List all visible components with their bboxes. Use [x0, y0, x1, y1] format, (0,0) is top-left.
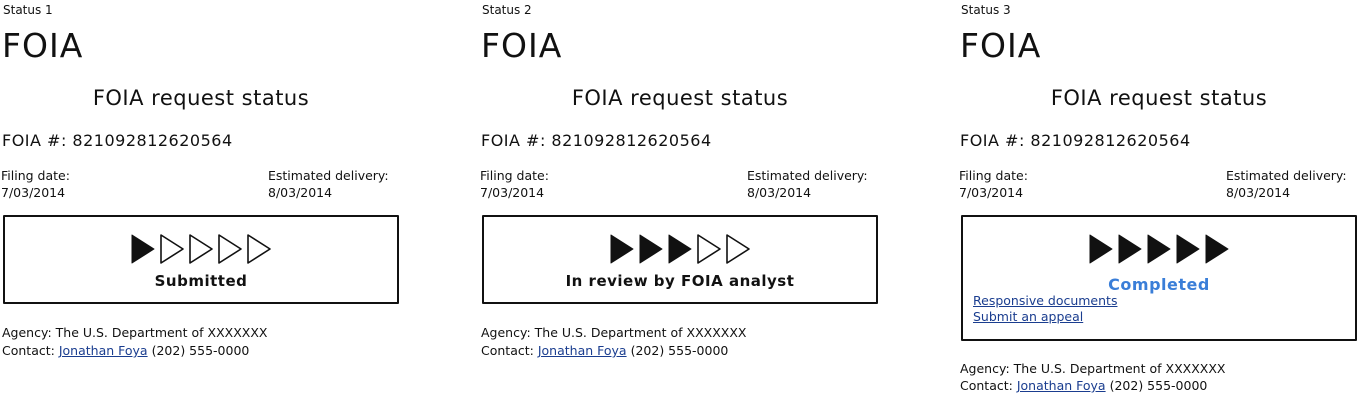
contact-name-link[interactable]: Jonathan Foya	[538, 343, 627, 358]
progress-step-pending-icon	[697, 234, 721, 264]
progress-step-pending-icon	[160, 234, 184, 264]
agency-text: Agency: The U.S. Department of XXXXXXX	[481, 325, 747, 340]
contact-label: Contact:	[2, 343, 55, 358]
foia-number: FOIA #: 821092812620564	[2, 131, 233, 150]
submit-appeal-link[interactable]: Submit an appeal	[973, 309, 1083, 324]
progress-step-complete-icon	[1147, 234, 1171, 264]
filing-date-value: 7/03/2014	[1, 185, 66, 200]
contact-line: Contact: Jonathan Foya (202) 555-0000	[2, 343, 249, 358]
status-panel-1: Status 1 FOIA FOIA request status FOIA #…	[0, 0, 402, 401]
status-box: Completed Responsive documents Submit an…	[961, 215, 1357, 341]
status-box: In review by FOIA analyst	[482, 215, 878, 304]
delivery-date-label: Estimated delivery:	[268, 168, 389, 183]
page-title: FOIA request status	[571, 86, 789, 110]
page-title: FOIA request status	[92, 86, 310, 110]
progress-step-complete-icon	[639, 234, 663, 264]
status-label: Status 1	[3, 3, 53, 17]
delivery-date-value: 8/03/2014	[747, 185, 812, 200]
status-panel-2: Status 2 FOIA FOIA request status FOIA #…	[479, 0, 881, 401]
contact-line: Contact: Jonathan Foya (202) 555-0000	[960, 378, 1207, 393]
progress-step-complete-icon	[1176, 234, 1200, 264]
progress-arrows	[484, 233, 876, 269]
delivery-date-label: Estimated delivery:	[1226, 168, 1347, 183]
filing-date-value: 7/03/2014	[480, 185, 545, 200]
status-text: In review by FOIA analyst	[565, 272, 795, 290]
delivery-date-value: 8/03/2014	[1226, 185, 1291, 200]
app-title: FOIA	[2, 26, 84, 65]
contact-name-link[interactable]: Jonathan Foya	[1017, 378, 1106, 393]
filing-date-value: 7/03/2014	[959, 185, 1024, 200]
contact-name-link[interactable]: Jonathan Foya	[59, 343, 148, 358]
progress-step-complete-icon	[1089, 234, 1113, 264]
filing-date-label: Filing date:	[1, 168, 70, 183]
status-panel-3: Status 3 FOIA FOIA request status FOIA #…	[958, 0, 1360, 401]
page-title: FOIA request status	[1050, 86, 1268, 110]
progress-step-complete-icon	[1205, 234, 1229, 264]
progress-step-pending-icon	[218, 234, 242, 264]
progress-step-complete-icon	[1118, 234, 1142, 264]
filing-date-label: Filing date:	[480, 168, 549, 183]
contact-phone: (202) 555-0000	[151, 343, 250, 358]
foia-number: FOIA #: 821092812620564	[481, 131, 712, 150]
progress-step-complete-icon	[131, 234, 155, 264]
status-label: Status 3	[961, 3, 1011, 17]
contact-line: Contact: Jonathan Foya (202) 555-0000	[481, 343, 728, 358]
delivery-date-label: Estimated delivery:	[747, 168, 868, 183]
app-title: FOIA	[960, 26, 1042, 65]
progress-step-pending-icon	[726, 234, 750, 264]
delivery-date-value: 8/03/2014	[268, 185, 333, 200]
agency-text: Agency: The U.S. Department of XXXXXXX	[2, 325, 268, 340]
progress-step-complete-icon	[668, 234, 692, 264]
foia-number: FOIA #: 821092812620564	[960, 131, 1191, 150]
contact-label: Contact:	[960, 378, 1013, 393]
progress-step-pending-icon	[189, 234, 213, 264]
contact-label: Contact:	[481, 343, 534, 358]
status-text: Submitted	[154, 272, 248, 290]
app-title: FOIA	[481, 26, 563, 65]
status-label: Status 2	[482, 3, 532, 17]
contact-phone: (202) 555-0000	[630, 343, 729, 358]
progress-step-complete-icon	[610, 234, 634, 264]
progress-arrows	[5, 233, 397, 269]
status-box: Submitted	[3, 215, 399, 304]
status-text: Completed	[1108, 275, 1210, 294]
filing-date-label: Filing date:	[959, 168, 1028, 183]
agency-text: Agency: The U.S. Department of XXXXXXX	[960, 361, 1226, 376]
progress-step-pending-icon	[247, 234, 271, 264]
responsive-documents-link[interactable]: Responsive documents	[973, 293, 1117, 308]
contact-phone: (202) 555-0000	[1109, 378, 1208, 393]
progress-arrows	[963, 233, 1355, 269]
